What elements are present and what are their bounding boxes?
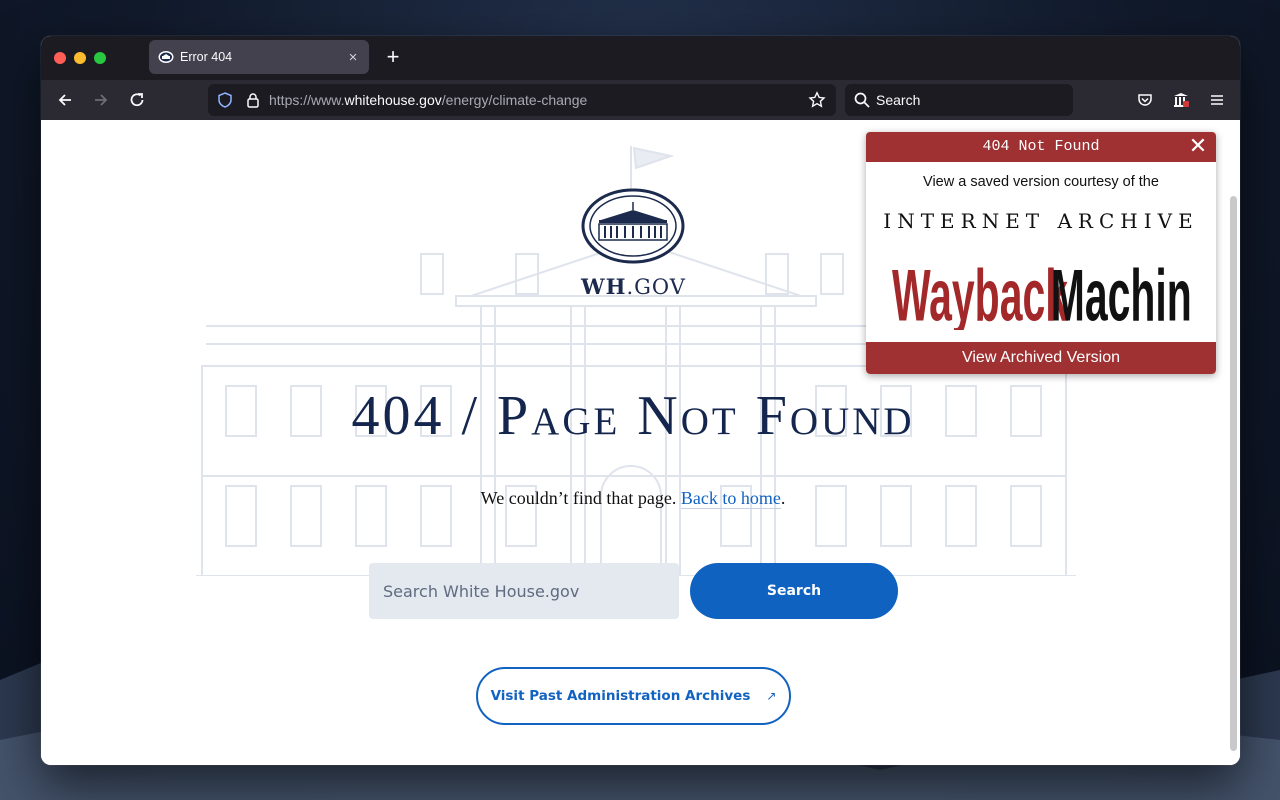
reload-icon [130, 93, 144, 107]
forward-arrow-icon [95, 94, 108, 106]
hamburger-menu-icon [1211, 95, 1223, 105]
back-to-home-link[interactable]: Back to home [680, 488, 781, 509]
browser-window: Error 404 × + https://www.whitehouse.gov… [41, 36, 1240, 765]
menu-button[interactable] [1204, 87, 1230, 113]
wh-gov-wordmark[interactable]: WH.GOV [561, 274, 706, 299]
archive-building-icon [1174, 93, 1189, 107]
close-window-button[interactable] [54, 52, 66, 64]
browser-search-placeholder: Search [876, 92, 921, 108]
external-arrow-icon: ↗ [766, 689, 777, 703]
new-tab-button[interactable]: + [381, 45, 405, 69]
machine-logo-word: Machine [1051, 254, 1192, 330]
past-administration-archives-link[interactable]: Visit Past Administration Archives ↗ [476, 667, 791, 725]
not-found-message: We couldn’t find that page. Back to home… [480, 488, 786, 509]
nav-bar: https://www.whitehouse.gov/energy/climat… [41, 80, 1240, 120]
browser-search-bar[interactable]: Search [845, 84, 1073, 116]
site-search-button[interactable]: Search [690, 563, 898, 619]
forward-button[interactable] [88, 87, 114, 113]
minimize-window-button[interactable] [74, 52, 86, 64]
archive-link-label: Visit Past Administration Archives [490, 688, 751, 704]
zoom-window-button[interactable] [94, 52, 106, 64]
page-title: 404 / Page Not Found [351, 385, 915, 447]
wayback-popup-header: 404 Not Found ✕ [866, 132, 1216, 162]
back-button[interactable] [52, 87, 78, 113]
shield-icon[interactable] [217, 92, 233, 108]
url-text[interactable]: https://www.whitehouse.gov/energy/climat… [269, 92, 808, 108]
wayback-machine-logo: Wayback Machine [892, 254, 1192, 330]
whitehouse-favicon-icon [158, 51, 174, 63]
pocket-icon [1138, 94, 1152, 106]
page-scrollbar[interactable] [1230, 196, 1237, 751]
pocket-button[interactable] [1132, 87, 1158, 113]
internet-archive-text: INTERNET ARCHIVE [883, 209, 1199, 233]
back-arrow-icon [58, 94, 71, 106]
page-content: WH.GOV 404 / Page Not Found We couldn’t … [41, 120, 1240, 765]
site-search-input[interactable] [369, 563, 679, 619]
lock-icon[interactable] [245, 92, 261, 108]
reload-button[interactable] [124, 87, 150, 113]
tab-close-icon[interactable]: × [343, 49, 363, 66]
search-icon [854, 92, 870, 108]
bookmark-star-icon[interactable] [808, 91, 826, 109]
tab-title: Error 404 [180, 50, 233, 64]
view-archived-version-button[interactable]: View Archived Version [866, 342, 1216, 374]
wayback-extension-button[interactable] [1168, 87, 1194, 113]
wayback-logo-word: Wayback [892, 254, 1069, 330]
white-house-seal-logo [581, 188, 685, 264]
close-icon[interactable]: ✕ [1186, 132, 1210, 162]
tab-bar: Error 404 × + [41, 36, 1240, 80]
wayback-machine-popup: 404 Not Found ✕ View a saved version cou… [866, 132, 1216, 374]
tab-active[interactable]: Error 404 × [149, 40, 369, 74]
url-bar[interactable]: https://www.whitehouse.gov/energy/climat… [208, 84, 836, 116]
wayback-courtesy-text: View a saved version courtesy of the [923, 174, 1159, 190]
